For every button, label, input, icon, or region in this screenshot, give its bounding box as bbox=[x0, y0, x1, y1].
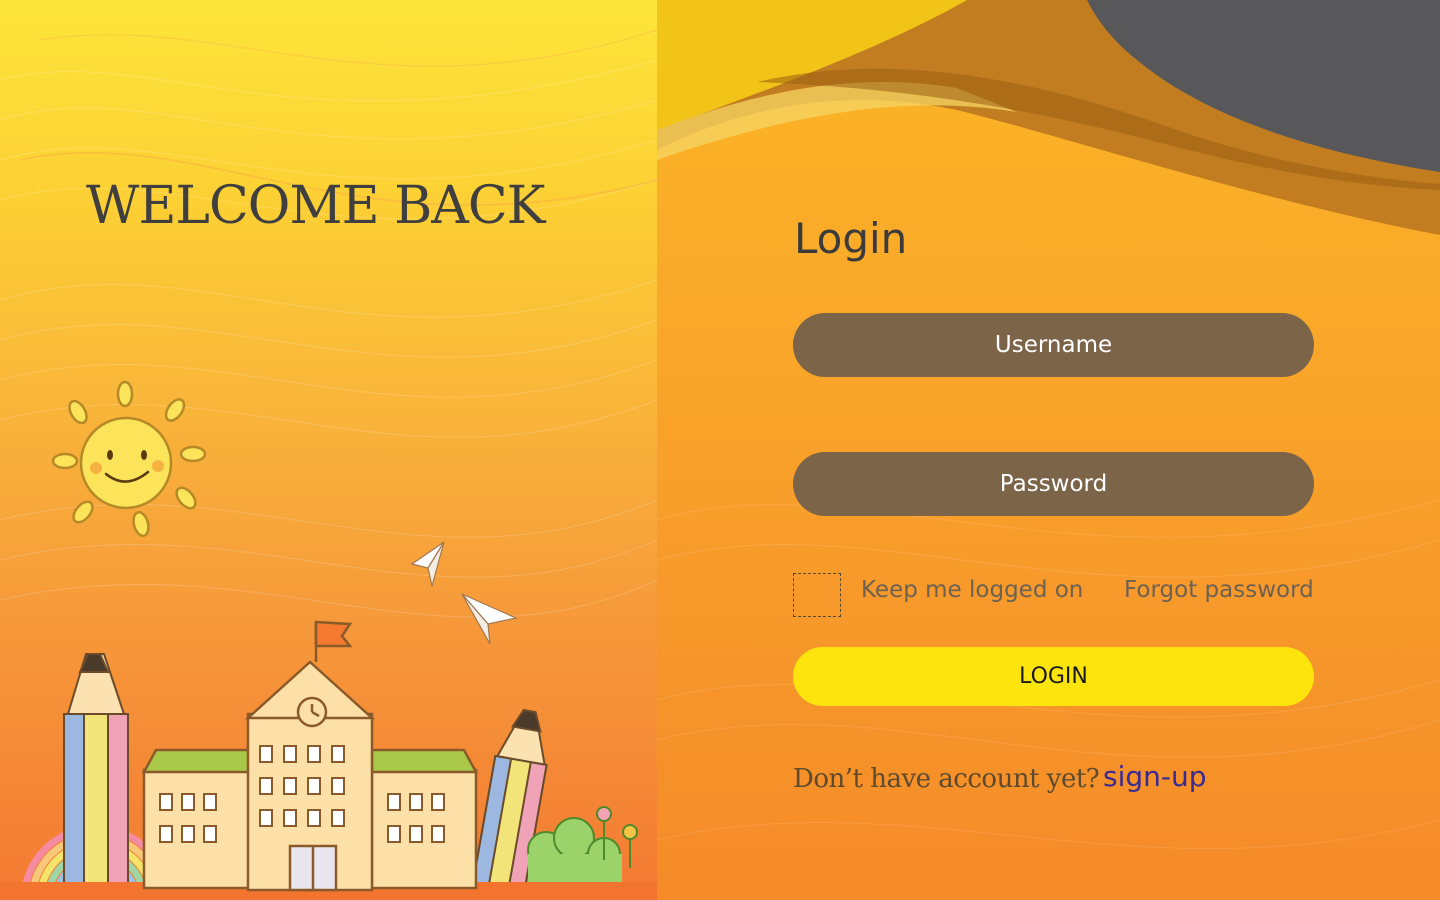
school-illustration bbox=[0, 620, 657, 900]
welcome-panel: WELCOME BACK bbox=[0, 0, 657, 900]
keep-logged-checkbox[interactable] bbox=[793, 573, 841, 617]
keep-logged-label: Keep me logged on bbox=[861, 577, 1084, 603]
login-button[interactable]: LOGIN bbox=[793, 647, 1314, 706]
forgot-password-link[interactable]: Forgot password bbox=[1124, 577, 1314, 603]
login-heading: Login bbox=[794, 214, 908, 263]
welcome-title: WELCOME BACK bbox=[86, 176, 545, 236]
login-panel: Login Keep me logged on Forgot password … bbox=[657, 0, 1440, 900]
signup-link[interactable]: sign-up bbox=[1103, 760, 1207, 793]
password-input[interactable] bbox=[793, 452, 1314, 516]
login-page: WELCOME BACK Login Username Keep me logg… bbox=[0, 0, 1440, 900]
signup-prompt: Don’t have account yet? bbox=[793, 764, 1100, 794]
sun-illustration bbox=[51, 380, 207, 537]
username-input[interactable] bbox=[793, 313, 1314, 377]
paper-plane-icon bbox=[410, 541, 445, 587]
